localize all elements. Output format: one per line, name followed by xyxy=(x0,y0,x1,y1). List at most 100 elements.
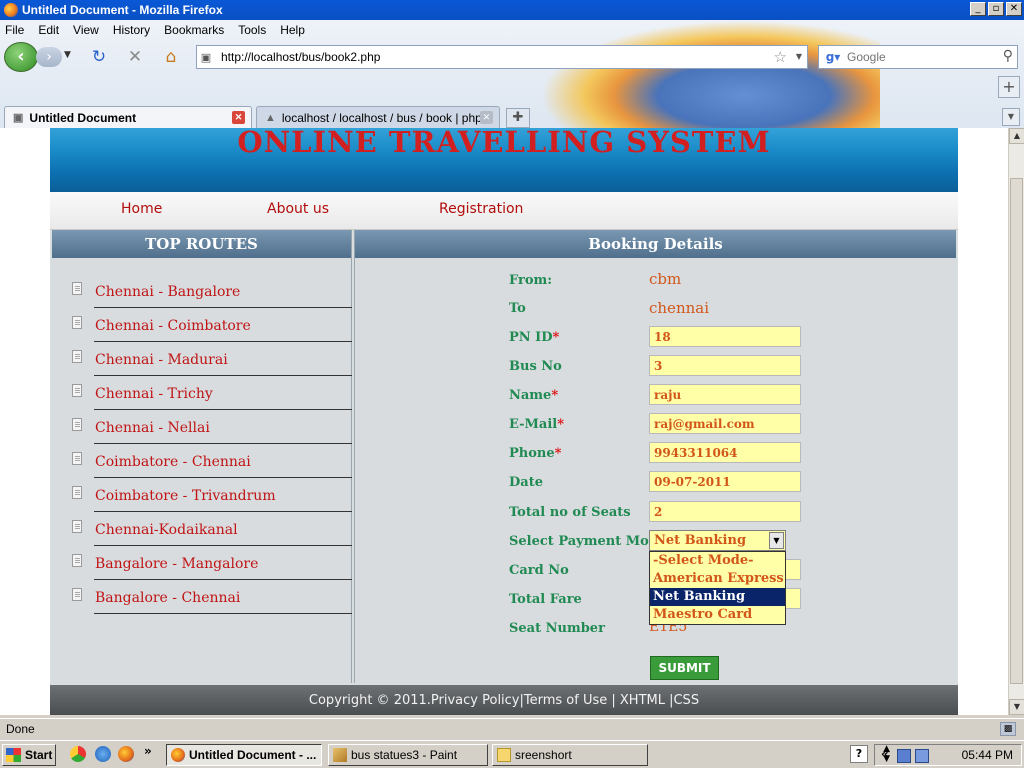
route-link[interactable]: Chennai - Madurai xyxy=(95,352,228,368)
seats-label: Total no of Seats xyxy=(509,505,631,520)
tab-phpmyadmin[interactable]: ▲ localhost / localhost / bus / book | p… xyxy=(256,106,500,128)
route-link[interactable]: Chennai - Trichy xyxy=(95,386,213,402)
help-icon[interactable]: ? xyxy=(850,745,868,763)
payment-option[interactable]: American Express xyxy=(650,570,785,588)
maximize-button[interactable]: ▫ xyxy=(988,2,1004,16)
add-toolbar-icon[interactable]: + xyxy=(998,76,1020,98)
route-link[interactable]: Chennai-Kodaikanal xyxy=(95,522,238,538)
chevron-down-icon[interactable]: ▼ xyxy=(769,532,784,549)
internet-explorer-icon[interactable] xyxy=(95,746,111,762)
document-icon xyxy=(72,418,82,431)
search-input[interactable] xyxy=(847,50,987,64)
site-identity-icon[interactable]: ▣ xyxy=(197,51,215,64)
extension-icon[interactable]: ▩ xyxy=(1000,722,1016,736)
menu-tools[interactable]: Tools xyxy=(238,23,266,37)
minimize-button[interactable]: _ xyxy=(970,2,986,16)
firefox-quicklaunch-icon[interactable] xyxy=(118,746,134,762)
booking-panel: Booking Details From: cbm To chennai PN … xyxy=(354,230,956,683)
nav-registration-link[interactable]: Registration xyxy=(439,201,523,217)
payment-mode-select[interactable]: Net Banking ▼ xyxy=(649,530,786,551)
stop-icon[interactable]: ✕ xyxy=(124,46,146,68)
window-controls: _ ▫ ✕ xyxy=(970,2,1022,16)
route-link[interactable]: Chennai - Coimbatore xyxy=(95,318,251,334)
busno-field[interactable] xyxy=(649,355,801,376)
route-link[interactable]: Coimbatore - Trivandrum xyxy=(95,488,276,504)
tab-untitled-document[interactable]: ▣ Untitled Document ✕ xyxy=(4,106,252,128)
scroll-thumb[interactable] xyxy=(1010,178,1023,684)
url-dropdown-icon[interactable]: ▼ xyxy=(796,52,802,61)
new-tab-button[interactable]: ✚ xyxy=(506,108,530,128)
menu-file[interactable]: File xyxy=(5,23,24,37)
payment-option[interactable]: Maestro Card xyxy=(650,606,785,624)
menu-bar: File Edit View History Bookmarks Tools H… xyxy=(0,20,305,40)
payment-option-selected[interactable]: Net Banking xyxy=(650,588,785,606)
date-field[interactable] xyxy=(649,471,801,492)
phone-field[interactable] xyxy=(649,442,801,463)
windows-logo-icon xyxy=(6,748,21,762)
route-link[interactable]: Bangalore - Chennai xyxy=(95,590,240,606)
start-button[interactable]: Start xyxy=(2,744,56,766)
task-paint[interactable]: bus statues3 - Paint xyxy=(328,744,488,766)
show-hidden-icons-icon[interactable]: « xyxy=(881,747,889,761)
divider xyxy=(94,307,352,308)
network-icon[interactable] xyxy=(897,749,911,763)
close-window-button[interactable]: ✕ xyxy=(1006,2,1022,16)
name-label: Name* xyxy=(509,388,558,403)
phpmyadmin-icon: ▲ xyxy=(265,111,276,124)
name-field[interactable] xyxy=(649,384,801,405)
menu-help[interactable]: Help xyxy=(280,23,305,37)
nav-home-link[interactable]: Home xyxy=(121,201,162,217)
google-engine-icon[interactable]: g▾ xyxy=(819,50,847,64)
scroll-down-icon[interactable]: ▼ xyxy=(1009,699,1024,715)
search-icon[interactable]: ⚲ xyxy=(1003,48,1013,64)
task-firefox[interactable]: Untitled Document - ... xyxy=(166,744,322,766)
route-link[interactable]: Chennai - Bangalore xyxy=(95,284,240,300)
tab-list-icon[interactable]: ▼ xyxy=(1002,108,1020,126)
history-dropdown-icon[interactable]: ▼ xyxy=(64,50,71,60)
chrome-icon[interactable] xyxy=(70,746,86,762)
home-icon[interactable]: ⌂ xyxy=(160,46,182,68)
scroll-up-icon[interactable]: ▲ xyxy=(1009,128,1024,144)
document-icon xyxy=(72,588,82,601)
route-link[interactable]: Bangalore - Mangalore xyxy=(95,556,258,572)
back-button[interactable]: ‹ xyxy=(4,42,38,72)
bookmark-star-icon[interactable]: ☆ xyxy=(774,48,787,66)
task-label: sreenshort xyxy=(515,748,572,762)
pnid-field[interactable] xyxy=(649,326,801,347)
folder-icon xyxy=(497,748,511,762)
site-header: ONLINE TRAVELLING SYSTEM xyxy=(50,128,958,192)
forward-button[interactable]: › xyxy=(36,47,62,67)
url-input[interactable] xyxy=(221,50,761,64)
quicklaunch-more-icon[interactable]: » xyxy=(144,744,152,758)
close-tab-icon[interactable]: ✕ xyxy=(480,111,493,124)
document-icon xyxy=(72,282,82,295)
site-page: ONLINE TRAVELLING SYSTEM Home About us R… xyxy=(50,128,958,715)
divider xyxy=(94,511,352,512)
menu-edit[interactable]: Edit xyxy=(38,23,59,37)
menu-bookmarks[interactable]: Bookmarks xyxy=(164,23,224,37)
divider xyxy=(94,477,352,478)
status-text: Done xyxy=(6,722,35,736)
name-label-text: Name xyxy=(509,388,552,403)
menu-history[interactable]: History xyxy=(113,23,150,37)
vertical-scrollbar[interactable]: ▲ ▼ xyxy=(1008,128,1024,715)
phone-label-text: Phone xyxy=(509,446,555,461)
seat-number-label: Seat Number xyxy=(509,621,605,636)
submit-button[interactable]: SUBMIT xyxy=(650,656,719,680)
menu-view[interactable]: View xyxy=(73,23,99,37)
from-value: cbm xyxy=(649,270,682,288)
document-icon xyxy=(72,316,82,329)
card-no-label: Card No xyxy=(509,563,569,578)
route-link[interactable]: Coimbatore - Chennai xyxy=(95,454,251,470)
route-link[interactable]: Chennai - Nellai xyxy=(95,420,210,436)
payment-option[interactable]: -Select Mode- xyxy=(650,552,785,570)
nav-about-link[interactable]: About us xyxy=(267,201,329,217)
task-folder[interactable]: sreenshort xyxy=(492,744,648,766)
seats-field[interactable] xyxy=(649,501,801,522)
close-tab-icon[interactable]: ✕ xyxy=(232,111,245,124)
email-field[interactable] xyxy=(649,413,801,434)
payment-mode-dropdown: -Select Mode- American Express Net Banki… xyxy=(649,551,786,625)
list-item: Chennai - Madurai xyxy=(52,348,352,382)
tray-app-icon[interactable] xyxy=(915,749,929,763)
reload-icon[interactable]: ↻ xyxy=(88,46,110,68)
